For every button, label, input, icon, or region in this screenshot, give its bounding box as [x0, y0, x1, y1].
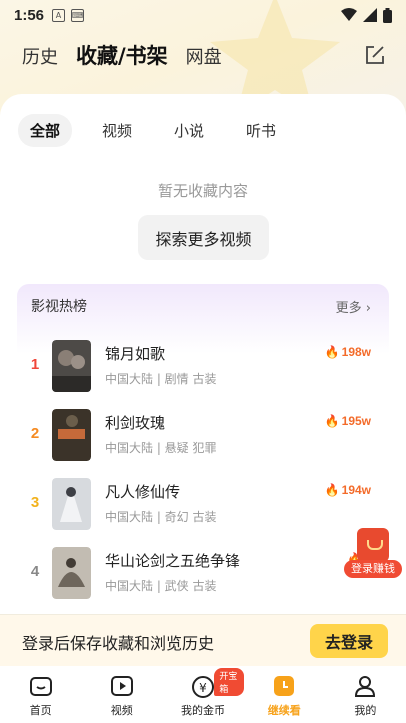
- status-time: 1:56: [14, 6, 45, 24]
- status-bar: 1:56 A ⌨: [0, 0, 406, 30]
- wifi-icon: [341, 8, 357, 21]
- poster-image: [52, 547, 91, 599]
- ranking-row[interactable]: 3 凡人修仙传 中国大陆 | 奇幻 古装 🔥 194w: [17, 474, 389, 534]
- nav-mine[interactable]: 我的: [325, 666, 406, 723]
- flame-icon: 🔥: [324, 345, 340, 359]
- poster-image: [52, 478, 91, 530]
- show-title: 凡人修仙传: [105, 483, 181, 501]
- header-tabs: 历史 收藏/书架 网盘: [22, 40, 222, 70]
- go-login-button[interactable]: 去登录: [310, 624, 388, 658]
- show-title: 华山论剑之五绝争锋: [105, 552, 241, 570]
- heat-number: 194w: [341, 483, 371, 497]
- subtab-audiobook[interactable]: 听书: [234, 114, 288, 147]
- tab-cloud-drive[interactable]: 网盘: [186, 43, 222, 69]
- subtab-novel[interactable]: 小说: [162, 114, 216, 147]
- nav-label: 首页: [29, 704, 52, 717]
- coin-icon: ¥: [192, 676, 214, 698]
- heat-value: 🔥 198w: [325, 345, 371, 359]
- open-treasure-badge: 开宝箱: [214, 668, 244, 696]
- heat-number: 195w: [341, 414, 371, 428]
- ranking-more-label: 更多: [335, 301, 362, 316]
- cellular-signal-icon: [363, 8, 377, 22]
- login-earn-float-button[interactable]: 登录赚钱: [344, 528, 402, 580]
- chevron-right-icon: ›: [365, 301, 371, 316]
- rank-number: 4: [30, 563, 40, 580]
- svg-text:¥: ¥: [199, 681, 207, 695]
- user-icon: [355, 676, 376, 697]
- login-earn-label: 登录赚钱: [344, 560, 402, 578]
- tv-icon: [29, 677, 52, 696]
- tab-favorites-bookshelf[interactable]: 收藏/书架: [76, 40, 168, 70]
- nav-video[interactable]: 视频: [81, 666, 162, 723]
- rank-number: 1: [30, 356, 40, 373]
- heat-number: 198w: [341, 345, 371, 359]
- battery-icon: [383, 7, 392, 23]
- nav-home[interactable]: 首页: [0, 666, 81, 723]
- show-title: 锦月如歌: [105, 345, 166, 363]
- subtab-video[interactable]: 视频: [90, 114, 144, 147]
- ranking-row[interactable]: 1 锦月如歌 中国大陆 | 剧情 古装 🔥 198w: [17, 336, 389, 396]
- login-prompt-bar: 登录后保存收藏和浏览历史 去登录: [0, 614, 406, 666]
- show-meta: 中国大陆 | 奇幻 古装: [105, 510, 217, 524]
- explore-more-button[interactable]: 探索更多视频: [138, 215, 269, 260]
- nav-label: 继续看: [267, 704, 301, 717]
- show-meta: 中国大陆 | 悬疑 犯罪: [105, 441, 217, 455]
- nav-label: 我的金币: [181, 704, 225, 717]
- keyboard-icon: ⌨: [71, 8, 85, 22]
- empty-state-message: 暂无收藏内容: [157, 182, 248, 200]
- ranking-title: 影视热榜: [31, 299, 87, 315]
- clock-icon: [274, 676, 295, 696]
- ranking-row[interactable]: 4 华山论剑之五绝争锋 中国大陆 | 武侠 古装 🔥1: [17, 543, 389, 603]
- nav-continue-watching[interactable]: 继续看: [244, 666, 325, 723]
- login-prompt-text: 登录后保存收藏和浏览历史: [22, 634, 215, 653]
- heat-value: 🔥 195w: [325, 414, 371, 428]
- bottom-navigation: 首页 视频 开宝箱 ¥ 我的金币 继续看 我的: [0, 666, 406, 723]
- subtab-all[interactable]: 全部: [18, 114, 73, 147]
- show-meta: 中国大陆 | 武侠 古装: [105, 579, 217, 593]
- ranking-more-link[interactable]: 更多 ›: [336, 297, 371, 316]
- rank-number: 3: [30, 494, 40, 511]
- show-meta: 中国大陆 | 剧情 古装: [105, 372, 217, 386]
- rank-number: 2: [30, 425, 40, 442]
- ranking-row[interactable]: 2 利剑玫瑰 中国大陆 | 悬疑 犯罪 🔥 195w: [17, 405, 389, 465]
- nav-label: 我的: [354, 704, 377, 717]
- category-tabs: 全部 视频 小说 听书: [18, 114, 288, 147]
- play-icon: [110, 676, 133, 696]
- nav-label: 视频: [110, 704, 133, 717]
- show-title: 利剑玫瑰: [105, 414, 166, 432]
- heat-value: 🔥 194w: [325, 483, 371, 497]
- flame-icon: 🔥: [324, 483, 340, 497]
- hot-ranking-card: 影视热榜 更多 › 1 锦月如歌 中国大陆 | 剧情 古装 🔥 198w 2 利剑…: [17, 284, 389, 624]
- edit-icon[interactable]: [364, 44, 386, 66]
- tab-history[interactable]: 历史: [22, 43, 58, 69]
- notification-a-icon: A: [52, 8, 66, 22]
- nav-my-coins[interactable]: 开宝箱 ¥ 我的金币: [162, 666, 244, 723]
- poster-image: [52, 340, 91, 392]
- red-envelope-icon: [357, 528, 389, 562]
- flame-icon: 🔥: [324, 414, 340, 428]
- poster-image: [52, 409, 91, 461]
